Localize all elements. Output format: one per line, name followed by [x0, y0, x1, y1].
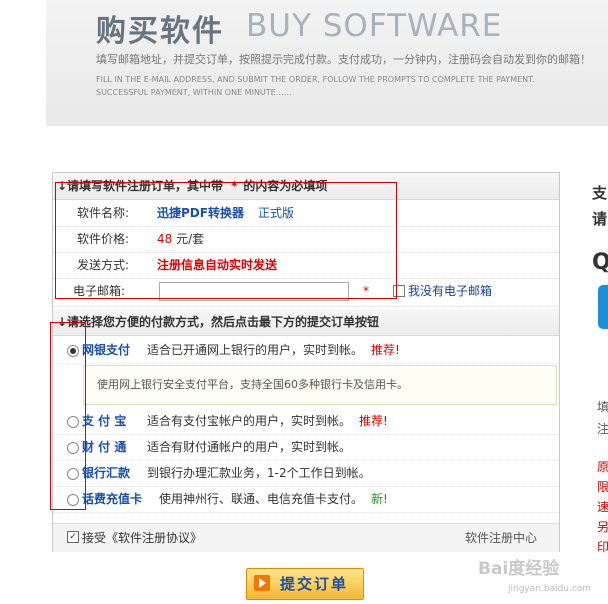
email-required-star: * [363, 284, 369, 298]
product-label: 软件名称: [77, 206, 130, 220]
netbank-radio[interactable] [67, 345, 79, 357]
price-row: 软件价格: 48 元/套 [53, 226, 559, 253]
no-email-checkbox[interactable] [393, 285, 405, 297]
payment-name: 财 付 通 [82, 440, 127, 454]
payment-desc: 适合有支付宝帐户的用户，实时到帐。 推荐! [147, 409, 388, 434]
agreement-label[interactable]: 接受《软件注册协议》 [82, 524, 202, 552]
product-name[interactable]: 迅捷PDF转换器 [157, 206, 244, 220]
product-edition: 正式版 [257, 206, 294, 220]
send-method-value: 注册信息自动实时发送 [157, 258, 278, 272]
payment-heading-text: ↓请选择您方便的付款方式，然后点击最下方的提交订单按钮 [57, 315, 380, 329]
watermark-logo: Bai度经验 [478, 559, 560, 579]
side-red-1: 原 [597, 460, 608, 474]
banner-subtitle-en-line2: SUCCESSFUL PAYMENT, WITHIN ONE MINUTE…… [96, 88, 292, 97]
payment-name: 网银支付 [82, 343, 131, 357]
payment-desc: 适合有财付通帐户的用户，实时到帐。 [147, 440, 352, 454]
payment-name: 话费充值卡 [82, 492, 143, 506]
email-row: 电子邮箱: * 我没有电子邮箱 [53, 278, 559, 307]
payment-option-netbank[interactable]: 网银支付 适合已开通网上银行的用户，实时到帐。 推荐! [53, 338, 559, 364]
order-section-heading: ↓请填写软件注册订单，其中带 * 的内容为必填项 [53, 173, 559, 200]
tenpay-radio[interactable] [67, 442, 79, 454]
registration-center-link[interactable]: 软件注册中心 [465, 524, 537, 552]
payment-desc: 使用神州行、联通、电信充值卡支付。 新! [159, 487, 388, 512]
new-tag: 新! [371, 492, 388, 506]
payment-option-phone-card[interactable]: 话费充值卡 使用神州行、联通、电信充值卡支付。 新! [53, 487, 559, 513]
banner-subtitle-en-line1: FILL IN THE E-MAIL ADDRESS, AND SUBMIT T… [96, 75, 535, 84]
side-char-2: 请 [592, 210, 608, 228]
banner-subtitle-en: FILL IN THE E-MAIL ADDRESS, AND SUBMIT T… [96, 73, 576, 99]
watermark-url: jingyan.baidu.com [508, 584, 592, 594]
price-unit: 元/套 [176, 232, 205, 246]
price-value: 48 元/套 [157, 226, 204, 252]
payment-option-bank-transfer[interactable]: 银行汇款 到银行办理汇款业务，1-2个工作日到帐。 [53, 461, 559, 487]
payment-name: 支 付 宝 [82, 414, 127, 428]
order-form: ↓请填写软件注册订单，其中带 * 的内容为必填项 软件名称: 迅捷PDF转换器 正式版… [52, 172, 560, 552]
payment-desc-text: 适合有支付宝帐户的用户，实时到帐。 [147, 414, 352, 428]
side-red-2: 限 [597, 480, 608, 494]
banner-title-en: BUY SOFTWARE [246, 8, 503, 44]
payment-name: 银行汇款 [82, 466, 131, 480]
order-heading-suffix: 的内容为必填项 [243, 179, 328, 193]
no-email-label[interactable]: 我没有电子邮箱 [408, 278, 492, 304]
play-icon [254, 575, 270, 591]
agree-checkbox[interactable]: ✓ [67, 531, 79, 543]
bank-transfer-radio[interactable] [67, 468, 79, 480]
payment-desc-text: 使用神州行、联通、电信充值卡支付。 [159, 492, 364, 506]
bank-info-text: 使用网上银行安全支付平台，支持全国60多种银行卡及信用卡。 [97, 378, 408, 391]
side-text-note: 注 [597, 422, 608, 436]
send-method-row: 发送方式: 注册信息自动实时发送 [53, 252, 559, 279]
side-char-3: Q [592, 250, 608, 275]
price-label: 软件价格: [77, 232, 130, 246]
submit-label: 提交订单 [279, 575, 348, 593]
recommend-tag: 推荐! [371, 343, 400, 357]
payment-desc: 到银行办理汇款业务，1-2个工作日到帐。 [147, 466, 371, 480]
submit-order-button[interactable]: 提交订单 [246, 568, 364, 600]
bank-info-box: 使用网上银行安全支付平台，支持全国60多种银行卡及信用卡。 [83, 365, 557, 405]
phone-card-radio[interactable] [67, 494, 79, 506]
side-red-4: 另 [597, 520, 608, 534]
price-number: 48 [157, 232, 173, 246]
send-method-label: 发送方式: [77, 258, 130, 272]
payment-option-alipay[interactable]: 支 付 宝 适合有支付宝帐户的用户，实时到帐。 推荐! [53, 409, 559, 435]
email-field[interactable] [159, 282, 349, 301]
order-heading-prefix: ↓请填写软件注册订单，其中带 [57, 179, 224, 193]
email-label: 电子邮箱: [73, 284, 126, 298]
baidu-watermark: Bai度经验 jingyan.baidu.com [478, 554, 606, 600]
agreement-row: ✓ 接受《软件注册协议》 软件注册中心 [53, 523, 559, 552]
product-value: 迅捷PDF转换器 正式版 [157, 200, 294, 226]
recommend-tag: 推荐! [359, 414, 388, 428]
side-red-5: 印 [597, 540, 608, 554]
banner-subtitle-cn: 填写邮箱地址，并提交订单，按照提示完成付款。支付成功，一分钟内，注册码会自动发到… [96, 53, 591, 66]
side-text-fill: 填 [597, 400, 608, 414]
product-row: 软件名称: 迅捷PDF转换器 正式版 [53, 200, 559, 227]
side-char-1: 支 [592, 184, 608, 202]
side-red-3: 速 [597, 500, 608, 514]
payment-desc-text: 适合已开通网上银行的用户，实时到帐。 [147, 343, 364, 357]
payment-option-tenpay[interactable]: 财 付 通 适合有财付通帐户的用户，实时到帐。 [53, 435, 559, 461]
alipay-radio[interactable] [67, 416, 79, 428]
banner-title-cn: 购买软件 [96, 14, 224, 49]
required-star: * [231, 179, 238, 193]
payment-section-heading: ↓请选择您方便的付款方式，然后点击最下方的提交订单按钮 [53, 309, 559, 336]
side-blue-button[interactable] [598, 285, 608, 329]
payment-desc: 适合已开通网上银行的用户，实时到帐。 推荐! [147, 338, 400, 363]
